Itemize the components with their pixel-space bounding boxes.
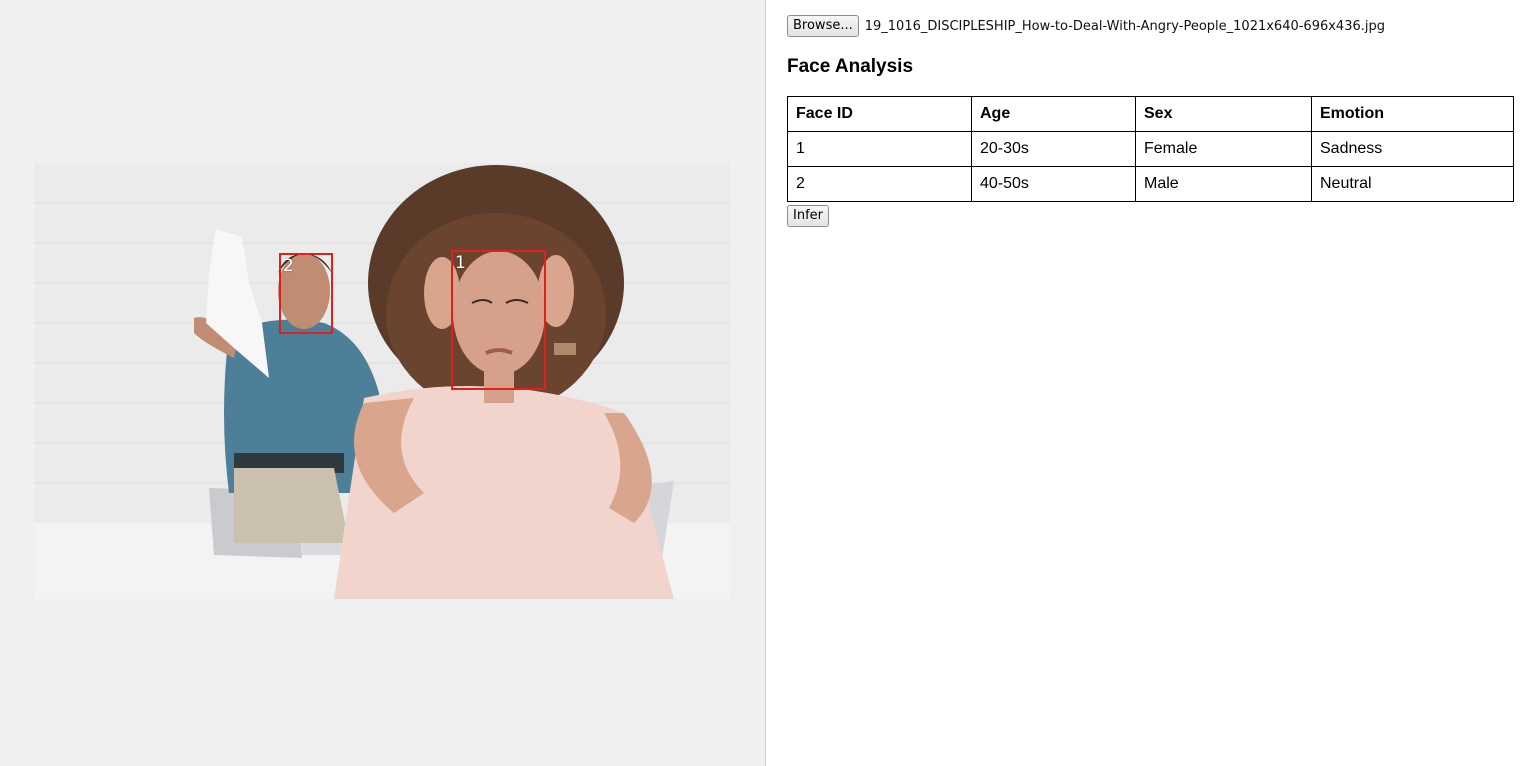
face-box-1: 1 [451, 250, 546, 390]
analyzed-photo: 1 2 [34, 163, 730, 599]
analysis-pane: Browse... 19_1016_DISCIPLESHIP_How-to-De… [767, 0, 1530, 766]
cell-age: 20-30s [971, 131, 1136, 167]
infer-row: Infer [787, 205, 829, 227]
selected-file-name: 19_1016_DISCIPLESHIP_How-to-Deal-With-An… [864, 18, 1385, 34]
infer-button[interactable]: Infer [787, 205, 829, 227]
cell-emotion: Sadness [1311, 131, 1514, 167]
page-title: Face Analysis [787, 56, 914, 77]
column-header-face-id: Face ID [787, 96, 972, 132]
app-window: 1 2 Browse... 19_1016_DISCIPLESHIP_How-t… [0, 0, 1530, 766]
file-picker: Browse... 19_1016_DISCIPLESHIP_How-to-De… [787, 15, 1385, 37]
image-pane: 1 2 [0, 0, 766, 766]
cell-face-id: 2 [787, 166, 972, 202]
cell-sex: Female [1135, 131, 1312, 167]
table-header-row: Face ID Age Sex Emotion [787, 96, 1514, 132]
cell-face-id: 1 [787, 131, 972, 167]
cell-emotion: Neutral [1311, 166, 1514, 202]
face-box-2: 2 [279, 253, 333, 334]
column-header-emotion: Emotion [1311, 96, 1514, 132]
column-header-sex: Sex [1135, 96, 1312, 132]
cell-sex: Male [1135, 166, 1312, 202]
face-box-label: 1 [455, 253, 466, 273]
face-box-label: 2 [283, 256, 294, 276]
table-row: 2 40-50s Male Neutral [787, 166, 1514, 202]
photo-illustration [34, 163, 730, 599]
table-row: 1 20-30s Female Sadness [787, 131, 1514, 167]
cell-age: 40-50s [971, 166, 1136, 202]
browse-button[interactable]: Browse... [787, 15, 859, 37]
column-header-age: Age [971, 96, 1136, 132]
face-results-table: Face ID Age Sex Emotion 1 20-30s Female … [787, 96, 1514, 202]
